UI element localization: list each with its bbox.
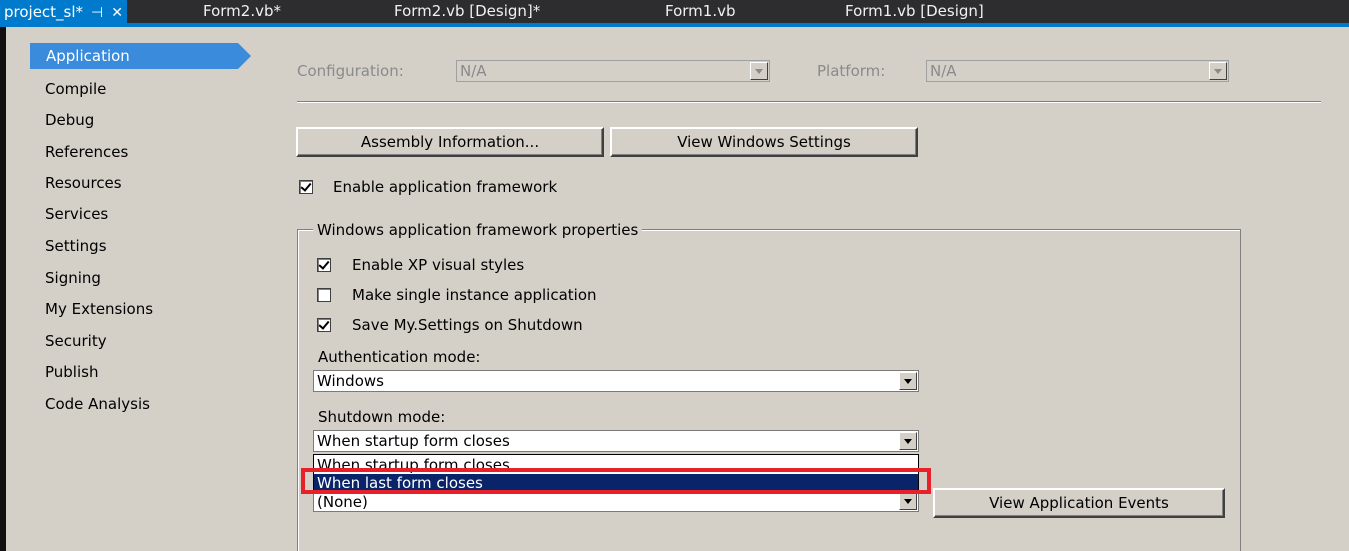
sidebar-item-publish[interactable]: Publish	[45, 359, 98, 385]
splash-screen-value: (None)	[317, 493, 368, 511]
configuration-select[interactable]: N/A	[456, 60, 770, 82]
tab-form2-design[interactable]: Form2.vb [Design]*	[394, 0, 540, 23]
document-tab-strip: project_sl* ⊣ ✕ Form2.vb* Form2.vb [Design…	[0, 0, 1349, 27]
xp-styles-checkbox[interactable]	[317, 258, 331, 272]
annotation-highlight-box	[301, 468, 931, 494]
sidebar-item-compile[interactable]: Compile	[45, 76, 106, 102]
platform-label: Platform:	[817, 62, 886, 80]
tab-form1-vb[interactable]: Form1.vb	[665, 0, 736, 23]
single-instance-checkbox[interactable]	[317, 288, 331, 302]
selected-arrow-icon	[238, 43, 251, 69]
sidebar-item-security[interactable]: Security	[45, 328, 107, 354]
chevron-down-icon	[899, 372, 917, 390]
tab-project-sl[interactable]: project_sl* ⊣ ✕	[0, 0, 127, 27]
chevron-down-icon	[899, 432, 917, 450]
divider	[297, 101, 1321, 103]
shutdown-mode-value: When startup form closes	[317, 432, 510, 450]
sidebar-item-resources[interactable]: Resources	[45, 170, 122, 196]
sidebar-item-application[interactable]: Application	[30, 43, 238, 69]
pin-icon[interactable]: ⊣	[91, 5, 103, 21]
close-icon[interactable]: ✕	[111, 5, 123, 21]
authentication-mode-label: Authentication mode:	[318, 348, 481, 366]
xp-styles-label: Enable XP visual styles	[352, 256, 525, 274]
shutdown-mode-select[interactable]: When startup form closes	[313, 430, 919, 452]
sidebar-item-debug[interactable]: Debug	[45, 107, 94, 133]
chevron-down-icon	[750, 62, 768, 80]
platform-value: N/A	[930, 62, 957, 80]
sidebar-item-my-extensions[interactable]: My Extensions	[45, 296, 153, 322]
authentication-mode-select[interactable]: Windows	[313, 370, 919, 392]
group-title: Windows application framework properties	[313, 220, 643, 240]
enable-framework-checkbox[interactable]	[299, 180, 313, 194]
shutdown-mode-label: Shutdown mode:	[318, 408, 446, 426]
sidebar-item-services[interactable]: Services	[45, 201, 108, 227]
tab-form1-design[interactable]: Form1.vb [Design]	[845, 0, 984, 23]
platform-select[interactable]: N/A	[926, 60, 1229, 82]
single-instance-label: Make single instance application	[352, 286, 597, 304]
sidebar-item-references[interactable]: References	[45, 139, 128, 165]
view-application-events-button[interactable]: View Application Events	[933, 488, 1225, 518]
authentication-mode-value: Windows	[317, 372, 384, 390]
configuration-label: Configuration:	[297, 62, 404, 80]
save-settings-checkbox[interactable]	[317, 318, 331, 332]
configuration-value: N/A	[460, 62, 487, 80]
sidebar-item-code-analysis[interactable]: Code Analysis	[45, 391, 150, 417]
sidebar-item-signing[interactable]: Signing	[45, 265, 101, 291]
sidebar-item-settings[interactable]: Settings	[45, 233, 107, 259]
chevron-down-icon	[1209, 62, 1227, 80]
tab-form2-vb[interactable]: Form2.vb*	[203, 0, 281, 23]
view-windows-settings-button[interactable]: View Windows Settings	[610, 127, 918, 157]
save-settings-label: Save My.Settings on Shutdown	[352, 316, 583, 334]
tab-label: project_sl*	[4, 3, 84, 21]
enable-framework-label: Enable application framework	[333, 178, 558, 196]
chevron-down-icon	[899, 492, 917, 510]
assembly-information-button[interactable]: Assembly Information...	[296, 127, 604, 157]
